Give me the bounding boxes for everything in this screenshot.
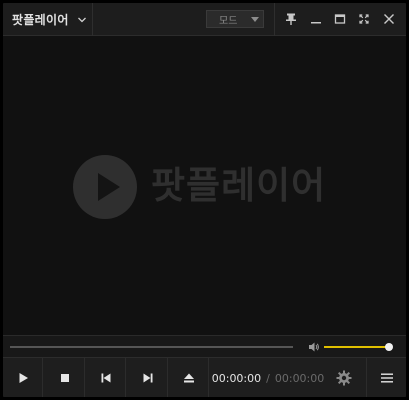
time-display: 00:00:00 / 00:00:00	[210, 358, 326, 397]
previous-button[interactable]	[86, 358, 126, 397]
close-icon	[384, 14, 394, 24]
current-time: 00:00:00	[211, 371, 262, 385]
maximize-button[interactable]	[330, 9, 350, 29]
volume-icon[interactable]	[308, 341, 320, 353]
settings-button[interactable]	[324, 358, 364, 397]
video-area[interactable]: 팟플레이어	[3, 37, 406, 335]
volume-fill	[324, 346, 389, 348]
menu-icon	[380, 373, 393, 383]
mode-dropdown[interactable]: 모드	[206, 10, 264, 28]
seek-row	[3, 335, 406, 357]
next-button[interactable]	[128, 358, 168, 397]
eject-button[interactable]	[169, 358, 209, 397]
caret-down-icon	[251, 17, 259, 22]
previous-icon	[101, 373, 110, 383]
play-icon	[19, 373, 28, 383]
maximize-icon	[334, 14, 346, 24]
pin-button[interactable]	[281, 9, 301, 29]
title-bar[interactable]: 팟플레이어 모드	[3, 3, 406, 36]
chevron-down-icon	[77, 17, 86, 22]
titlebar-divider	[274, 3, 275, 36]
logo-text: 팟플레이어	[151, 164, 327, 207]
total-time: 00:00:00	[274, 371, 325, 385]
eject-icon	[183, 373, 194, 383]
app-menu-button[interactable]: 팟플레이어	[3, 3, 93, 36]
logo-play-icon	[73, 155, 137, 219]
close-button[interactable]	[379, 9, 399, 29]
minimize-button[interactable]	[306, 9, 326, 29]
pin-icon	[286, 13, 296, 25]
mode-label: 모드	[219, 15, 238, 27]
next-icon	[143, 373, 152, 383]
control-bar: 00:00:00 / 00:00:00	[3, 357, 406, 397]
play-button[interactable]	[3, 358, 43, 397]
menu-button[interactable]	[366, 358, 406, 397]
volume-knob[interactable]	[384, 343, 393, 351]
app-title: 팟플레이어	[12, 13, 69, 27]
seek-bar[interactable]	[10, 346, 293, 348]
stop-icon	[60, 374, 69, 382]
stop-button[interactable]	[45, 358, 85, 397]
time-separator: /	[266, 371, 270, 385]
volume-slider[interactable]	[324, 343, 393, 351]
fullscreen-icon	[359, 14, 369, 24]
minimize-icon	[311, 22, 321, 24]
potplayer-window: 팟플레이어 모드 팟플레이어 00:00:00 / 00:00:00	[0, 0, 409, 400]
gear-icon	[336, 370, 352, 386]
fullscreen-button[interactable]	[354, 9, 374, 29]
